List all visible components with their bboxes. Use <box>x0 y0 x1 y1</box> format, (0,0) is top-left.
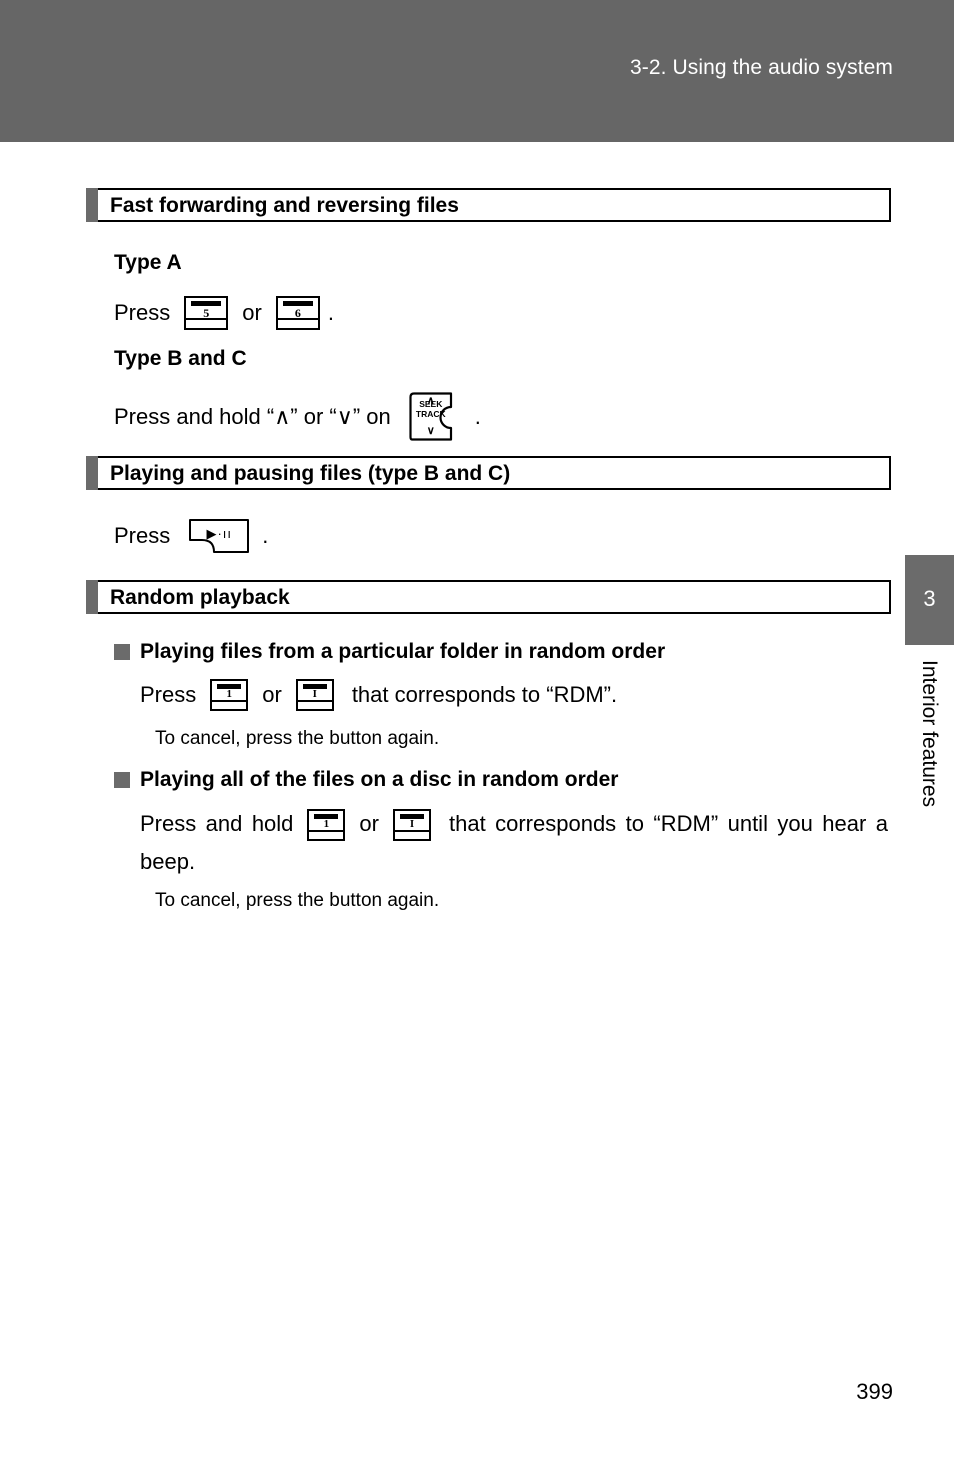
folder-random-instruction: Press 1 or I that corresponds to “RDM”. <box>140 679 617 711</box>
preset-button-1-alt-icon[interactable]: I <box>392 809 431 842</box>
subheading-type-b-and-c: Type B and C <box>114 347 247 370</box>
page-header-band: 3-2. Using the audio system <box>0 0 954 142</box>
chapter-number: 3 <box>923 586 936 611</box>
subheading-type-a: Type A <box>114 251 182 274</box>
section-header-fast-forward: Fast forwarding and reversing files <box>86 188 891 222</box>
page-number: 399 <box>856 1379 893 1404</box>
section-header-label: Fast forwarding and reversing files <box>110 193 459 217</box>
chapter-label-text: Interior features <box>918 660 941 808</box>
section-marker <box>86 188 98 222</box>
bullet-heading-label: Playing all of the files on a disc in ra… <box>140 768 619 791</box>
sentence-period: . <box>474 403 481 429</box>
press-word: Press <box>114 300 171 325</box>
preset-button-5-icon[interactable]: 5 <box>184 296 229 330</box>
or-word: or <box>359 811 379 836</box>
button-bottom-line <box>277 318 318 320</box>
page-header-title: 3-2. Using the audio system <box>630 56 893 79</box>
bullet-heading-disc-random: Playing all of the files on a disc in ra… <box>114 769 618 790</box>
bullet-heading-label: Playing files from a particular folder i… <box>140 640 666 663</box>
type-a-instruction-row: Press 5 or 6 . <box>114 296 334 330</box>
type-bc-instruction: Press and hold “∧” or “∨” on ∧ SEEK TRAC… <box>114 392 481 441</box>
play-pause-button-icon[interactable]: ▶·ıı <box>188 518 250 554</box>
note-cancel-disc-random: To cancel, press the button again. <box>155 890 440 911</box>
button-bottom-line <box>394 830 429 833</box>
button-bottom-line <box>186 318 227 320</box>
sentence-period: . <box>262 523 269 548</box>
press-word: Press <box>140 682 197 707</box>
play-pause-glyph: ▶·ıı <box>206 526 233 541</box>
section-header-label: Random playback <box>110 585 290 609</box>
button-bottom-line <box>212 700 247 702</box>
seek-label-line2: TRACK <box>415 409 446 419</box>
sentence-period: . <box>327 300 334 325</box>
press-word: Press <box>114 523 171 548</box>
seek-track-button-icon[interactable]: ∧ SEEK TRACK ∨ <box>407 392 465 441</box>
button-bottom-line <box>297 700 332 702</box>
button-digit: 1 <box>226 688 233 700</box>
or-word: or <box>242 300 262 325</box>
seek-arrow-down-icon: ∨ <box>426 425 435 437</box>
disc-random-instruction: Press and hold 1 or Ithat corresponds to “R… <box>140 805 888 881</box>
seek-label-line1: SEEK <box>419 399 443 409</box>
type-a-instruction: Press 5 or 6 . <box>114 296 334 330</box>
or-word: or <box>262 682 282 707</box>
seek-track-label: SEEK TRACK <box>410 399 452 419</box>
instruction-suffix: that corresponds to “RDM”. <box>351 682 618 707</box>
button-digit: 1 <box>323 818 330 831</box>
play-pause-instruction-row: Press ▶·ıı . <box>114 518 268 554</box>
chapter-label: Interior features <box>905 660 954 920</box>
section-marker <box>86 580 98 614</box>
section-header-box: Playing and pausing files (type B and C) <box>98 456 891 490</box>
bullet-square-icon <box>114 643 130 660</box>
folder-random-instruction-row: Press 1 or I that corresponds to “RDM”. <box>140 679 617 711</box>
press-and-hold-word: Press and hold <box>140 811 294 836</box>
button-digit: I <box>312 688 317 700</box>
play-pause-instruction: Press ▶·ıı . <box>114 518 268 554</box>
preset-button-1-icon[interactable]: 1 <box>307 809 346 842</box>
section-header-random-playback: Random playback <box>86 580 891 614</box>
preset-button-1-alt-icon[interactable]: I <box>295 679 334 711</box>
bullet-heading-folder-random: Playing files from a particular folder i… <box>114 641 665 662</box>
section-header-box: Fast forwarding and reversing files <box>98 188 891 222</box>
button-digit: I <box>409 818 415 831</box>
press-and-hold-text: Press and hold “∧” or “∨” on <box>114 403 391 429</box>
preset-button-1-icon[interactable]: 1 <box>210 679 249 711</box>
type-bc-instruction-row: Press and hold “∧” or “∨” on ∧ SEEK TRAC… <box>114 392 481 441</box>
chapter-tab: 3 <box>905 555 954 645</box>
section-header-label: Playing and pausing files (type B and C) <box>110 461 511 485</box>
note-cancel-folder-random: To cancel, press the button again. <box>155 728 440 749</box>
preset-button-6-icon[interactable]: 6 <box>275 296 320 330</box>
section-header-play-pause: Playing and pausing files (type B and C) <box>86 456 891 490</box>
section-header-box: Random playback <box>98 580 891 614</box>
bullet-square-icon <box>114 771 130 788</box>
button-bottom-line <box>309 830 344 833</box>
section-marker <box>86 456 98 490</box>
